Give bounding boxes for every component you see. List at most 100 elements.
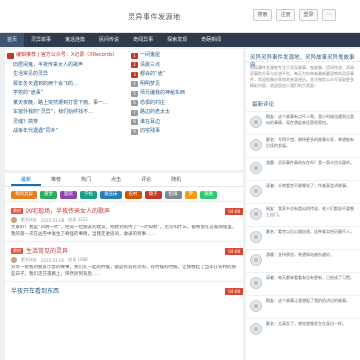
comment-item[interactable]: 游客：灵异事件真的存在吗？我一直半信半疑的。 [246, 157, 360, 180]
author-name[interactable]: 匿名网友 [21, 217, 37, 223]
comment-author[interactable]: 网友 [266, 114, 274, 119]
rank-item-link[interactable]: 清晨三点 [140, 61, 160, 71]
list-item[interactable]: 车窗外我的“灵异”，我们始终找不… [7, 108, 127, 118]
sidebar-header[interactable]: 灵异灵异事件发源地，灵异故事灵异鬼故事网 [246, 49, 360, 69]
rank-item-link[interactable]: 路边的老太太 [140, 108, 170, 118]
nav-item-stories[interactable]: 灵异故事 [24, 33, 58, 47]
comment-author[interactable]: 匿名 [266, 321, 274, 326]
list-item-link[interactable]: 旧居闹鬼，半夜传来女人的歌声 [13, 61, 83, 71]
tag-item[interactable]: 招魂 [164, 191, 182, 199]
rank-item[interactable]: 4 明明梦见 [131, 80, 241, 90]
rank-item[interactable]: 3 都会的“诡” [131, 70, 241, 80]
list-item-link[interactable]: 灵魂？搞穿 [13, 118, 38, 128]
rank-item-link[interactable]: 师兄编我的神秘东西 [140, 89, 185, 99]
list-item[interactable]: 编辑推荐 | 官方公众号：X记录（XRecords） [7, 51, 127, 61]
rank-item-link[interactable]: 旧宅残事 [140, 127, 160, 137]
nav-item-home[interactable]: 首页 [0, 33, 25, 47]
tag-item[interactable]: 我的灵异 [11, 191, 37, 199]
comment-author[interactable]: 网友 [266, 206, 274, 211]
tab-item[interactable]: 热门 [71, 173, 101, 186]
rank-item-link[interactable]: 明明梦见 [140, 80, 160, 90]
rank-item[interactable]: 2 清晨三点 [131, 61, 241, 71]
tag-item[interactable]: 学校 [80, 191, 97, 199]
list-item[interactable]: 生活常见的灵异 [7, 70, 127, 80]
comment-item[interactable]: 读者：半夜看完不敢睡觉了，作者真会讲故事。 [246, 180, 360, 203]
list-item[interactable]: 灵魂？搞穿 [7, 118, 127, 128]
article-title[interactable]: 半夜开车看到东西 [11, 286, 237, 295]
rank-item[interactable]: 6 恐惧的村庄 [131, 99, 241, 109]
list-item-link[interactable]: 某天夜晚，路上突然遭到打雷下雨，事一… [13, 99, 108, 109]
list-item[interactable]: 那年冬天遇到的两个会飞的… [7, 80, 127, 90]
nav-item-legends[interactable]: 民间传说 [92, 33, 126, 47]
tag-item[interactable]: 医院 [60, 191, 77, 199]
rank-item-link[interactable]: 都会的“诡” [140, 70, 165, 80]
list-item-link[interactable]: 生活常见的灵异 [13, 70, 48, 80]
list-item-link[interactable]: 学校的“诡事” [13, 89, 43, 99]
rank-item[interactable]: 1 一间鬼屋 [131, 51, 241, 61]
nav-item-news[interactable]: 奇葩新闻 [194, 33, 228, 47]
tab-item[interactable]: 随机 [161, 173, 191, 186]
tag-item[interactable]: 镜子 [144, 191, 162, 199]
rank-item-link[interactable]: 谁在耳边 [140, 118, 160, 128]
comment-item[interactable]: 游客：支持原创，希望网站越办越好。 [246, 249, 360, 272]
rank-item-link[interactable]: 恐惧的村庄 [140, 99, 165, 109]
comment-item[interactable]: 匿名：看完以后心跳加速，这种真实经历最吓人。 [246, 226, 360, 249]
tag-item[interactable]: 鬼压床 [100, 191, 122, 199]
comment-body: 这个故事有点吓人啊，我小时候也遇到过类似的事情，现在想起来还是很害怕。 [266, 114, 354, 125]
tab-item[interactable]: 推荐 [41, 173, 71, 186]
nav-item-ghost[interactable]: 鬼话连篇 [58, 33, 92, 47]
list-item[interactable]: 战争年代遇遇“同乡” [7, 127, 127, 137]
rank-item[interactable]: 9 旧宅残事 [131, 127, 241, 137]
nav-item-oddities[interactable]: 奇闻异事 [126, 33, 160, 47]
comment-item[interactable]: 网友：这个故事有点吓人啊，我小时候也遇到过类似的事情，现在想起来还是很害怕。 [246, 111, 360, 134]
list-item[interactable]: 学校的“诡事” [7, 89, 127, 99]
tab-item[interactable]: 评论 [131, 173, 161, 186]
author-name[interactable]: 匿名网友 [21, 257, 37, 263]
rank-badge: 9 [131, 128, 138, 135]
tab-item[interactable]: 点击 [101, 173, 131, 186]
list-item[interactable]: 旧居闹鬼，半夜传来女人的歌声 [7, 61, 127, 71]
list-item-link[interactable]: 那年冬天遇到的两个会飞的… [13, 80, 78, 90]
article-title-text[interactable]: 凶宅现场，半夜传来女人的歌声 [26, 206, 110, 215]
comment-item[interactable]: 网友：这个故事让我想起了我奶奶讲过的故事。 [246, 295, 360, 318]
comment-item[interactable]: 匿名：太真实了，感觉就像发生在身边一样。 [246, 318, 360, 341]
comment-item[interactable]: 网友：我家乡也有类似的传说，老人们都说不要晚上出门。 [246, 203, 360, 226]
article-title[interactable]: 原创 凶宅现场，半夜传来女人的歌声 [11, 206, 237, 215]
avatar [11, 257, 17, 263]
article-title-text[interactable]: 半夜开车看到东西 [11, 286, 59, 295]
rank-item-link[interactable]: 一间鬼屋 [140, 51, 160, 61]
rank-item[interactable]: 8 谁在耳边 [131, 118, 241, 128]
comment-author[interactable]: 游客 [266, 252, 274, 257]
tag-item[interactable]: 梦 [184, 191, 197, 199]
article-feed: 最新 推荐 热门 点击 评论 随机 我的灵异 噩梦 医院 学校 鬼压床 农村 镜子 招魂梦夜路 原创 凶宅… [5, 173, 243, 360]
comment-item[interactable]: 匿名：写得不错，期待更多的故事分享，希望能有后续的发展。 [246, 134, 360, 157]
comment-item[interactable]: 读者：每天都来看看有没有更新，已经成了习惯。 [246, 272, 360, 295]
more-icon[interactable]: ⋯ [322, 9, 336, 21]
list-item-link[interactable]: 战争年代遇遇“同乡” [13, 127, 58, 137]
bullet-icon [7, 52, 14, 59]
rank-item[interactable]: 7 路边的老太太 [131, 108, 241, 118]
tag-item[interactable]: 噩梦 [40, 191, 57, 199]
search-button[interactable]: 搜索 [253, 9, 272, 21]
article-title-text[interactable]: 生活常见的灵异 [26, 246, 68, 255]
rank-item[interactable]: 5 师兄编我的神秘东西 [131, 89, 241, 99]
comment-author[interactable]: 匿名 [266, 137, 274, 142]
login-button[interactable]: 登录 [299, 9, 318, 21]
register-button[interactable]: 注册 [276, 9, 295, 21]
article-title[interactable]: 原创 生活常见的灵异 [11, 246, 237, 255]
comment-author[interactable]: 游客 [266, 160, 274, 165]
site-title[interactable]: 灵异事件发源地 [128, 12, 181, 22]
list-item-link[interactable]: 车窗外我的“灵异”，我们始终找不… [13, 108, 93, 118]
nav-item-discovery[interactable]: 探索发现 [160, 33, 194, 47]
comment-body: 太真实了，感觉就像发生在身边一样。 [278, 321, 346, 326]
avatar [250, 162, 262, 174]
comment-author[interactable]: 读者 [266, 183, 274, 188]
list-item[interactable]: 某天夜晚，路上突然遭到打雷下雨，事一… [7, 99, 127, 109]
comment-author[interactable]: 匿名 [266, 229, 274, 234]
list-item-link[interactable]: 编辑推荐 | 官方公众号：X记录（XRecords） [16, 51, 118, 61]
comment-author[interactable]: 网友 [266, 298, 274, 303]
tag-item[interactable]: 夜路 [200, 191, 217, 199]
tab-item[interactable]: 最新 [11, 173, 42, 186]
tag-item[interactable]: 农村 [124, 191, 142, 199]
comment-author[interactable]: 读者 [266, 275, 274, 280]
